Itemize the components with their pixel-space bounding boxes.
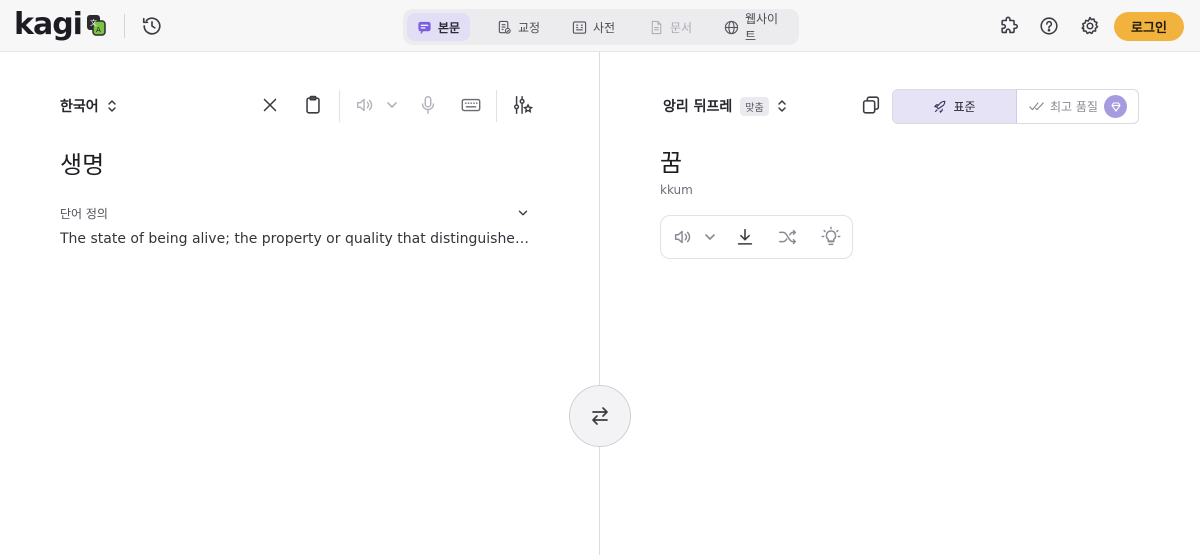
chevron-down-icon[interactable] (702, 229, 718, 245)
shuffle-icon[interactable] (777, 226, 799, 248)
lightbulb-icon[interactable] (820, 226, 842, 248)
tab-document[interactable]: 문서 (639, 13, 702, 41)
login-button[interactable]: 로그인 (1114, 12, 1184, 41)
source-language-label: 한국어 (60, 99, 99, 115)
proofread-icon (498, 20, 511, 34)
definition-text: The state of being alive; the property o… (60, 231, 530, 247)
speaker-icon[interactable] (672, 226, 694, 248)
chevron-down-icon[interactable] (516, 205, 530, 219)
chevron-down-icon[interactable] (384, 97, 400, 113)
toolbar-divider (339, 90, 340, 122)
adjust-icon[interactable] (511, 94, 535, 116)
kagi-logo[interactable]: kagi (14, 8, 83, 42)
swap-languages-button[interactable] (569, 385, 631, 447)
target-text[interactable]: 꿈 (660, 143, 682, 178)
speaker-icon[interactable] (354, 94, 376, 116)
tab-label: 웹사이트 (744, 12, 779, 43)
swap-icon (592, 407, 608, 425)
tab-label: 사전 (593, 20, 616, 35)
tab-label: 본문 (438, 20, 461, 35)
updown-chevron-icon (107, 100, 116, 112)
quality-standard-label: 표준 (953, 100, 976, 114)
clear-icon[interactable] (259, 94, 281, 116)
globe-icon (724, 20, 739, 34)
divider (124, 14, 125, 38)
history-icon[interactable] (141, 15, 163, 37)
tab-label: 문서 (670, 20, 693, 35)
romanization-text: kkum (660, 183, 693, 197)
pane-divider (599, 52, 600, 555)
double-check-icon (1029, 102, 1044, 111)
quality-best-button[interactable]: 최고 품질 (1017, 90, 1139, 123)
toolbar-divider (496, 90, 497, 122)
target-language-label: 앙리 뒤프레 (663, 99, 733, 115)
rocket-icon (934, 100, 946, 113)
download-icon[interactable] (734, 226, 756, 248)
custom-tag: 맞춤 (740, 96, 769, 116)
keyboard-icon[interactable] (459, 94, 483, 116)
source-language-select[interactable]: 한국어 (60, 96, 117, 116)
tab-label: 교정 (518, 20, 541, 35)
document-icon (651, 20, 662, 34)
settings-icon[interactable] (1079, 15, 1101, 37)
quality-toggle: 표준 최고 품질 (892, 89, 1139, 124)
top-bar: kagi 文A 본문 교정 사전 문서 웹사이트 로그인 (0, 0, 1200, 52)
output-actions (660, 215, 853, 259)
definition-heading: 단어 정의 (60, 207, 108, 221)
help-icon[interactable] (1038, 15, 1060, 37)
clipboard-icon[interactable] (302, 94, 324, 116)
tab-website[interactable]: 웹사이트 (714, 12, 799, 43)
tab-proofread[interactable]: 교정 (487, 13, 550, 41)
source-text[interactable]: 생명 (60, 145, 104, 180)
dictionary-icon (572, 20, 587, 34)
tab-text[interactable]: 본문 (407, 13, 471, 41)
copy-icon[interactable] (860, 94, 882, 116)
mode-switcher: 본문 교정 사전 문서 웹사이트 (403, 9, 799, 45)
quality-standard-button[interactable]: 표준 (893, 90, 1017, 123)
svg-text:A: A (96, 26, 101, 34)
chat-bubble-icon (418, 21, 431, 34)
microphone-icon[interactable] (417, 94, 439, 116)
extension-icon[interactable] (998, 15, 1020, 37)
quality-best-label: 최고 품질 (1050, 100, 1098, 114)
target-language-select[interactable]: 앙리 뒤프레 맞춤 (663, 96, 787, 116)
tab-dictionary[interactable]: 사전 (562, 13, 625, 41)
translate-badge-icon: 文A (86, 14, 106, 36)
updown-chevron-icon (777, 100, 786, 112)
premium-gem-icon (1104, 95, 1127, 118)
